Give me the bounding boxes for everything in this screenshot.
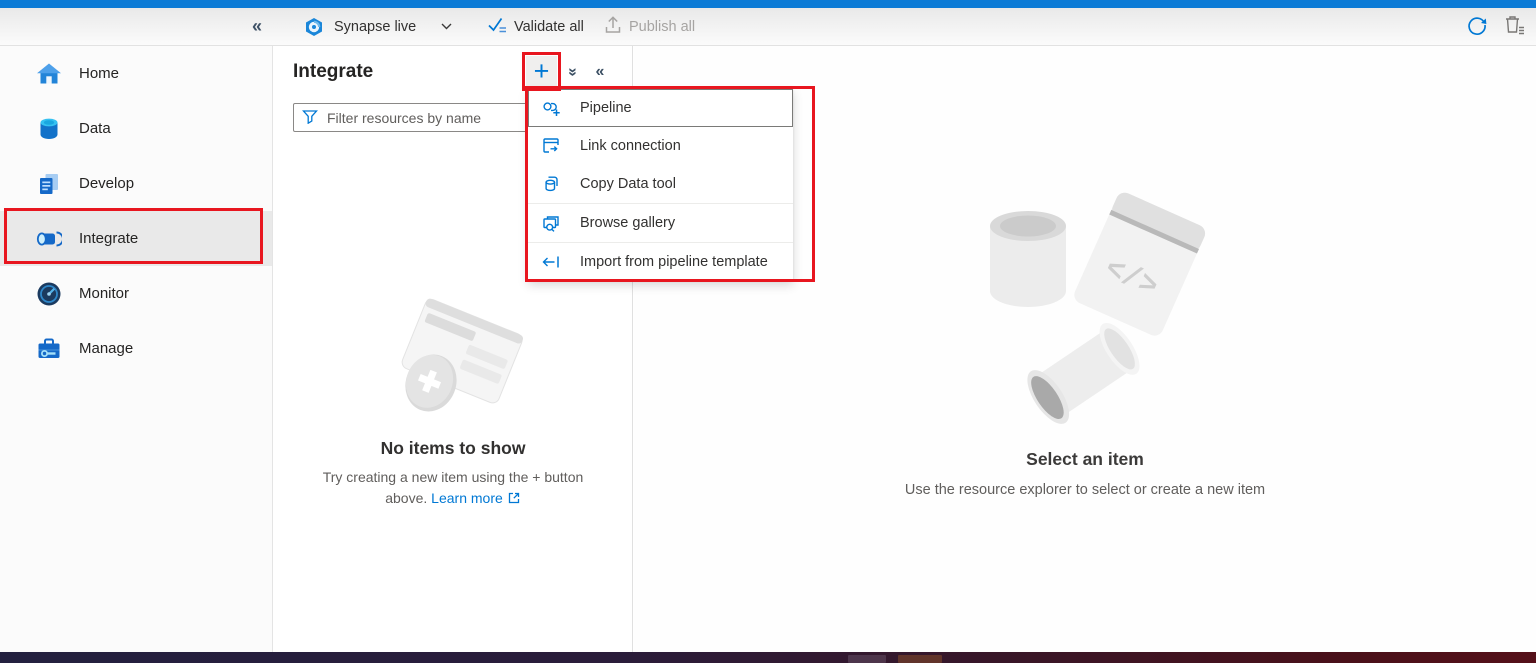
external-link-icon	[507, 490, 521, 511]
monitor-icon	[35, 280, 62, 307]
discard-trash-icon	[1503, 14, 1525, 39]
taskbar-sliver	[0, 652, 1536, 663]
integrate-icon	[35, 225, 62, 252]
sidebar-collapse-button[interactable]: «	[242, 8, 272, 45]
validate-all-button[interactable]: Validate all	[487, 8, 584, 45]
taskbar-icon-hint	[898, 655, 942, 663]
sidebar-item-label: Develop	[79, 175, 134, 192]
panel-empty-state: No items to show Try creating a new item…	[274, 298, 632, 511]
publish-all-button[interactable]: Publish all	[604, 8, 695, 45]
publish-label: Publish all	[629, 19, 695, 35]
menu-item-label: Pipeline	[580, 100, 632, 116]
menu-item-label: Import from pipeline template	[580, 254, 768, 270]
menu-item-pipeline[interactable]: Pipeline	[528, 89, 793, 127]
refresh-icon	[1466, 14, 1488, 40]
chevron-double-left-icon: «	[252, 16, 262, 37]
import-template-icon	[541, 252, 563, 272]
sidebar-item-home[interactable]: Home	[0, 46, 272, 101]
menu-item-label: Link connection	[580, 138, 681, 154]
empty-state-text: Try creating a new item using the + butt…	[274, 467, 632, 511]
synapse-studio-window: « Synapse live	[0, 0, 1536, 663]
publish-icon	[604, 15, 622, 38]
left-sidebar: Home Data Deve	[0, 46, 273, 652]
chevron-double-left-icon: «	[596, 63, 605, 81]
sidebar-item-develop[interactable]: Develop	[0, 156, 272, 211]
home-icon	[35, 60, 62, 87]
menu-item-label: Copy Data tool	[580, 176, 676, 192]
header-toolbar: « Synapse live	[0, 8, 1536, 46]
plus-icon: +	[534, 58, 550, 85]
menu-item-browse-gallery[interactable]: Browse gallery	[528, 204, 793, 242]
sidebar-item-label: Manage	[79, 340, 133, 357]
expand-all-button[interactable]: «	[560, 61, 584, 83]
sidebar-item-label: Integrate	[79, 230, 138, 247]
environment-label: Synapse live	[334, 19, 416, 35]
menu-item-copy-data-tool[interactable]: Copy Data tool	[528, 165, 793, 203]
taskbar-icon-hint	[848, 655, 886, 663]
synapse-icon	[300, 17, 327, 37]
learn-more-link[interactable]: Learn more	[431, 490, 503, 506]
validate-label: Validate all	[514, 19, 584, 35]
empty-state-line1: Try creating a new item using the + butt…	[323, 469, 584, 485]
database-icon	[35, 115, 62, 142]
link-connection-icon	[541, 136, 563, 156]
collapse-panel-button[interactable]: «	[588, 61, 612, 83]
environment-selector[interactable]: Synapse live	[300, 8, 452, 45]
add-resource-menu: Pipeline Link connection Copy Data too	[528, 89, 793, 281]
sidebar-item-monitor[interactable]: Monitor	[0, 266, 272, 321]
sidebar-item-label: Data	[79, 120, 111, 137]
refresh-button[interactable]	[1462, 8, 1492, 45]
discard-all-button[interactable]	[1499, 8, 1529, 45]
pipeline-icon	[541, 98, 563, 118]
add-resource-button[interactable]: +	[526, 56, 557, 87]
develop-icon	[35, 170, 62, 197]
top-accent-bar	[0, 0, 1536, 8]
empty-state-line2: above.	[385, 490, 427, 506]
panel-title: Integrate	[293, 61, 373, 83]
chevron-down-icon	[441, 23, 452, 30]
canvas-title: Select an item	[634, 449, 1536, 470]
sidebar-item-manage[interactable]: Manage	[0, 321, 272, 376]
menu-item-import-template[interactable]: Import from pipeline template	[528, 243, 793, 281]
sidebar-item-label: Monitor	[79, 285, 129, 302]
manage-icon	[35, 335, 62, 362]
no-items-illustration	[373, 298, 533, 423]
empty-state-title: No items to show	[274, 438, 632, 459]
sidebar-item-data[interactable]: Data	[0, 101, 272, 156]
menu-item-label: Browse gallery	[580, 215, 675, 231]
browse-gallery-icon	[541, 213, 563, 233]
sidebar-item-label: Home	[79, 65, 119, 82]
menu-item-link-connection[interactable]: Link connection	[528, 127, 793, 165]
validate-icon	[487, 16, 507, 38]
select-item-illustration: </>	[935, 186, 1235, 426]
chevron-double-down-icon: «	[563, 68, 581, 77]
copy-data-icon	[541, 174, 563, 194]
canvas-subtitle: Use the resource explorer to select or c…	[634, 482, 1536, 498]
sidebar-item-integrate[interactable]: Integrate	[0, 211, 272, 266]
filter-funnel-icon	[302, 109, 318, 129]
